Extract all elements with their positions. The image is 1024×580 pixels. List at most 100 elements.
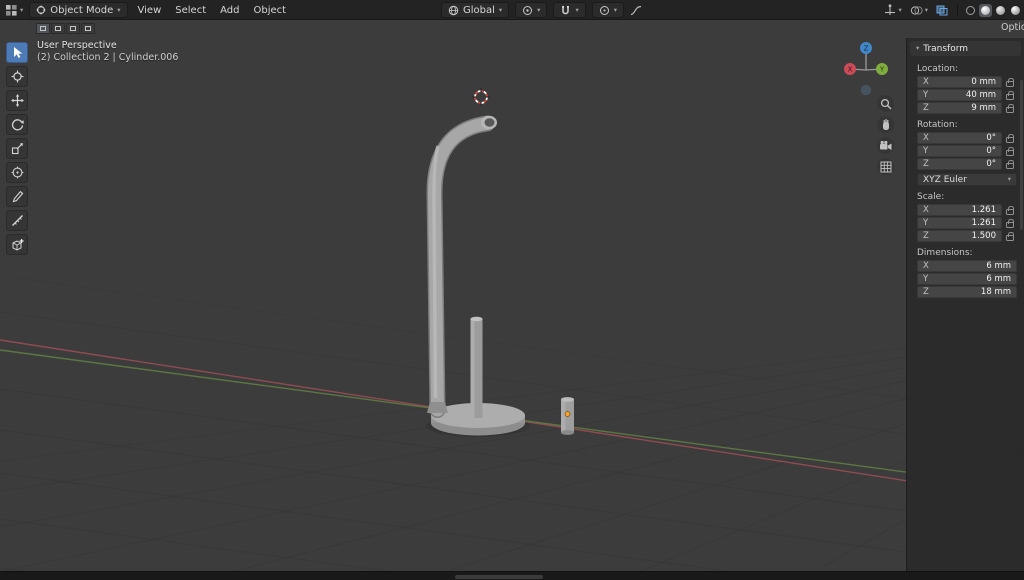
scale-z-row: Z 1.500 [917,230,1017,242]
rotation-z-value: 0° [986,159,996,169]
tool-select-box[interactable] [6,42,28,63]
rotation-y-lock-button[interactable] [1002,147,1017,156]
transform-tool-icon [11,166,24,179]
rotation-z-row: Z 0° [917,158,1017,170]
axis-z-label: Z [923,287,929,297]
overlays-icon [910,5,923,16]
shading-solid-button[interactable] [979,4,992,17]
lock-icon [1006,222,1014,228]
axis-y-label: Y [923,218,928,228]
gizmo-axis-z[interactable]: Z [860,42,872,54]
add-cube-icon [11,238,24,251]
ortho-toggle-button[interactable] [877,158,894,175]
xray-toggle-button[interactable] [933,2,951,18]
mode-dropdown[interactable]: Object Mode ▾ [29,2,127,18]
shading-wireframe-button[interactable] [964,4,977,17]
header-left-controls: ▾ Object Mode ▾ View Select Add Object [2,0,293,20]
dimensions-z-value: 18 mm [981,287,1011,297]
lock-icon [1006,150,1014,156]
location-x-field[interactable]: X 0 mm [917,76,1002,88]
pan-button[interactable] [877,116,894,133]
gizmo-axis-z-negative[interactable] [861,85,872,96]
scale-z-lock-button[interactable] [1002,232,1017,241]
chevron-down-icon: ▾ [916,45,919,52]
tool-cursor[interactable] [6,66,28,87]
proportional-edit-dropdown[interactable]: ▾ [592,2,624,18]
scale-x-field[interactable]: X 1.261 [917,204,1002,216]
rotation-y-field[interactable]: Y 0° [917,145,1002,157]
pivot-point-dropdown[interactable]: ▾ [515,2,547,18]
gizmos-toggle-button[interactable]: ▾ [881,2,904,18]
location-z-field[interactable]: Z 9 mm [917,102,1002,114]
chevron-down-icon: ▾ [117,7,120,14]
tool-scale[interactable] [6,138,28,159]
dimensions-x-field[interactable]: X 6 mm [917,260,1017,272]
falloff-curve-button[interactable] [627,2,645,18]
rotation-z-lock-button[interactable] [1002,160,1017,169]
menu-select[interactable]: Select [168,0,213,20]
rotation-mode-dropdown[interactable]: XYZ Euler ▾ [917,173,1017,186]
location-z-lock-button[interactable] [1002,104,1017,113]
rotation-x-field[interactable]: X 0° [917,132,1002,144]
camera-icon [879,140,892,152]
rendered-shading-icon [1011,6,1020,15]
scale-y-row: Y 1.261 [917,217,1017,229]
shading-rendered-button[interactable] [1009,4,1022,17]
scale-z-field[interactable]: Z 1.500 [917,230,1002,242]
xray-icon [936,5,948,16]
magnet-icon [560,5,571,16]
viewport-side-buttons [877,95,894,175]
lock-icon [1006,163,1014,169]
navigation-gizmo[interactable]: Z Y X [838,40,894,98]
location-y-lock-button[interactable] [1002,91,1017,100]
tool-rotate[interactable] [6,114,28,135]
model-small-cylinder[interactable] [561,397,574,435]
rotation-z-field[interactable]: Z 0° [917,158,1002,170]
scale-y-field[interactable]: Y 1.261 [917,217,1002,229]
shading-material-button[interactable] [994,4,1007,17]
overlays-toggle-button[interactable]: ▾ [907,2,931,18]
dimensions-z-field[interactable]: Z 18 mm [917,286,1017,298]
transform-panel-header[interactable]: ▾ Transform [910,41,1021,56]
select-subtract-icon [70,26,76,31]
editor-type-button[interactable]: ▾ [2,2,26,18]
scale-y-lock-button[interactable] [1002,219,1017,228]
select-mode-intersect-button[interactable] [81,23,95,34]
status-bar [0,571,1024,580]
options-dropdown[interactable]: Optio [1001,22,1024,33]
menu-object[interactable]: Object [247,0,294,20]
menu-view[interactable]: View [131,0,169,20]
select-mode-extend-button[interactable] [51,23,65,34]
select-mode-new-button[interactable] [36,23,50,34]
rotation-x-lock-button[interactable] [1002,134,1017,143]
dimensions-y-field[interactable]: Y 6 mm [917,273,1017,285]
viewport-header: ▾ Object Mode ▾ View Select Add Object [0,0,1024,20]
model-paper-towel-holder[interactable] [426,116,530,437]
tool-transform[interactable] [6,162,28,183]
tool-add-primitive[interactable] [6,234,28,255]
zoom-button[interactable] [877,95,894,112]
orientation-label: Global [463,5,495,16]
scale-x-row: X 1.261 [917,204,1017,216]
status-bar-widget [455,575,543,579]
move-tool-icon [11,94,24,107]
solid-shading-icon [981,6,990,15]
chevron-down-icon: ▾ [1008,176,1011,183]
tool-move[interactable] [6,90,28,111]
menu-add[interactable]: Add [213,0,246,20]
snap-dropdown[interactable]: ▾ [553,2,585,18]
tool-measure[interactable] [6,210,28,231]
select-mode-subtract-button[interactable] [66,23,80,34]
rotation-mode-value: XYZ Euler [923,175,967,185]
transform-orientation-dropdown[interactable]: Global ▾ [441,2,509,18]
location-y-field[interactable]: Y 40 mm [917,89,1002,101]
gizmo-axis-x[interactable]: X [844,63,856,75]
scale-x-lock-button[interactable] [1002,206,1017,215]
panel-scrollbar[interactable] [1020,80,1023,230]
camera-view-button[interactable] [877,137,894,154]
lock-icon [1006,235,1014,241]
location-x-lock-button[interactable] [1002,78,1017,87]
tool-annotate[interactable] [6,186,28,207]
axis-z-label: Z [923,159,929,169]
gizmo-axis-y[interactable]: Y [876,63,888,75]
